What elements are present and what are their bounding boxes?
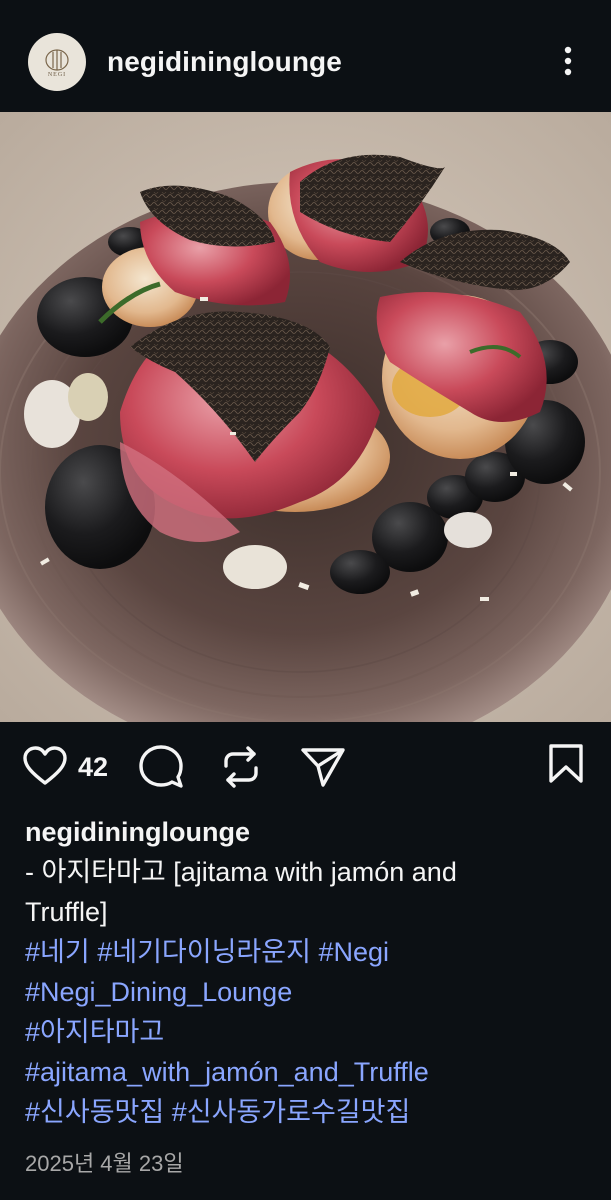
action-bar: 42	[0, 722, 611, 812]
avatar[interactable]: NEGI	[28, 33, 86, 91]
hashtag-line: #신사동맛집 #신사동가로수길맛집	[25, 1092, 585, 1132]
post-caption: negidininglounge - 아지타마고 [ajitama with j…	[25, 812, 585, 1132]
caption-text-line: Truffle]	[25, 897, 108, 927]
bookmark-icon[interactable]	[548, 744, 584, 789]
hashtag-line: #ajitama_with_jamón_and_Truffle	[25, 1052, 585, 1092]
repost-icon[interactable]	[220, 746, 262, 793]
comment-icon[interactable]	[138, 744, 184, 795]
heart-icon[interactable]	[22, 746, 68, 791]
post-image[interactable]	[0, 112, 611, 722]
more-vertical-icon[interactable]	[556, 44, 580, 80]
avatar-logo-text: NEGI	[47, 71, 67, 78]
hashtag-line: #Negi_Dining_Lounge	[25, 972, 585, 1012]
share-icon[interactable]	[300, 746, 346, 793]
like-count[interactable]: 42	[78, 752, 108, 783]
hashtag[interactable]: #네기다이닝라운지	[97, 937, 311, 967]
hashtag[interactable]: #Negi	[318, 937, 389, 967]
caption-username[interactable]: negidininglounge	[25, 812, 585, 852]
header-username[interactable]: negidininglounge	[107, 46, 342, 78]
hashtag[interactable]: #ajitama_with_jamón_and_Truffle	[25, 1057, 429, 1087]
hashtag-line: #아지타마고	[25, 1012, 585, 1052]
post-header: NEGI negidininglounge	[0, 0, 611, 112]
hashtag[interactable]: #아지타마고	[25, 1017, 164, 1047]
post-date: 2025년 4월 23일	[25, 1151, 184, 1176]
negi-logo-icon	[45, 48, 69, 71]
hashtag[interactable]: #신사동가로수길맛집	[172, 1097, 411, 1127]
hashtag[interactable]: #Negi_Dining_Lounge	[25, 977, 292, 1007]
hashtag[interactable]: #신사동맛집	[25, 1097, 164, 1127]
caption-text-line: - 아지타마고 [ajitama with jamón and	[25, 857, 457, 887]
hashtag-line: #네기 #네기다이닝라운지 #Negi	[25, 932, 585, 972]
hashtag[interactable]: #네기	[25, 937, 90, 967]
